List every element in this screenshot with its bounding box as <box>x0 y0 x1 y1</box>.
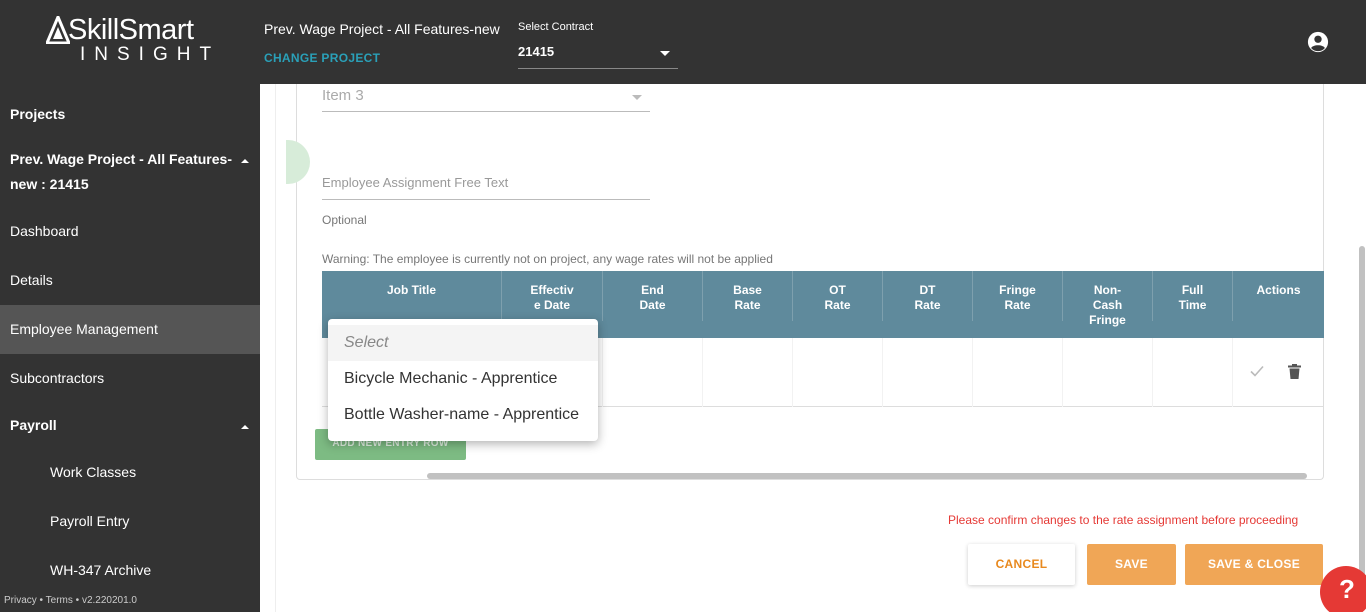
employee-assignment-free-text-input[interactable]: Employee Assignment Free Text <box>322 168 650 200</box>
chevron-down-icon <box>660 51 670 56</box>
column-header-effective-date: Effectiv e Date <box>502 271 603 321</box>
help-icon: ? <box>1339 574 1355 604</box>
column-header-job-title: Job Title <box>322 271 502 321</box>
sidebar-item-projects[interactable]: Projects <box>0 96 260 132</box>
sidebar-item-label: Dashboard <box>10 223 79 239</box>
vertical-scrollbar[interactable] <box>1359 246 1365 606</box>
chevron-down-icon <box>632 95 642 100</box>
column-header-dt-rate: DT Rate <box>883 271 973 321</box>
dropdown-option-placeholder[interactable]: Select <box>328 325 598 361</box>
column-header-fringe-rate: Fringe Rate <box>973 271 1063 321</box>
dropdown-option[interactable]: Bottle Washer-name - Apprentice <box>328 397 598 433</box>
contract-select-label: Select Contract <box>518 21 594 33</box>
column-header-full-time: Full Time <box>1153 271 1233 321</box>
table-cell[interactable] <box>883 338 973 407</box>
trash-icon[interactable] <box>1288 364 1301 379</box>
item-select-value: Item 3 <box>322 87 364 104</box>
help-button[interactable]: ? <box>1320 566 1366 612</box>
job-title-dropdown-menu: Select Bicycle Mechanic - Apprentice Bot… <box>328 319 598 441</box>
sidebar-item-label: Projects <box>10 106 66 122</box>
table-cell[interactable] <box>793 338 883 407</box>
logo-text-top: SkillSmart <box>68 14 194 46</box>
sidebar-item-employee-management[interactable]: Employee Management <box>0 305 260 354</box>
modal-left-edge <box>260 84 276 612</box>
confirm-changes-message: Please confirm changes to the rate assig… <box>948 513 1299 527</box>
sidebar-item-current-project[interactable]: Prev. Wage Project - All Features- new :… <box>0 144 260 200</box>
account-circle-icon[interactable] <box>1307 31 1329 53</box>
table-cell[interactable] <box>1153 338 1233 407</box>
save-and-close-button[interactable]: SAVE & CLOSE <box>1185 544 1323 585</box>
sidebar-item-subcontractors[interactable]: Subcontractors <box>0 359 260 397</box>
sidebar-item-label: Payroll Entry <box>50 513 130 529</box>
chevron-up-icon <box>241 159 249 163</box>
sidebar-item-label: WH-347 Archive <box>50 562 152 578</box>
sidebar: Projects Prev. Wage Project - All Featur… <box>0 84 260 612</box>
column-header-end-date: End Date <box>603 271 703 321</box>
table-cell[interactable] <box>1063 338 1153 407</box>
column-header-actions: Actions <box>1256 283 1301 297</box>
table-cell[interactable] <box>973 338 1063 407</box>
sidebar-item-work-classes[interactable]: Work Classes <box>0 453 260 491</box>
sidebar-item-label: Employee Management <box>10 321 158 337</box>
sidebar-item-label: Prev. Wage Project - All Features- <box>10 151 232 167</box>
sidebar-item-payroll[interactable]: Payroll <box>0 406 260 444</box>
column-header-base-rate: Base Rate <box>703 271 793 321</box>
change-project-link[interactable]: CHANGE PROJECT <box>264 51 380 65</box>
free-text-placeholder: Employee Assignment Free Text <box>322 175 509 190</box>
warning-message: Warning: The employee is currently not o… <box>322 252 773 266</box>
header-project-name: Prev. Wage Project - All Features-new <box>264 21 500 37</box>
cancel-button[interactable]: CANCEL <box>968 544 1075 585</box>
sidebar-item-dashboard[interactable]: Dashboard <box>0 212 260 250</box>
logo-triangle-icon <box>46 16 70 44</box>
save-button[interactable]: SAVE <box>1087 544 1176 585</box>
sidebar-item-label: Details <box>10 272 53 288</box>
sidebar-item-wh347-archive[interactable]: WH-347 Archive <box>0 551 260 589</box>
table-cell[interactable] <box>703 338 793 407</box>
column-header-non-cash-fringe: Non- Cash Fringe <box>1063 271 1153 327</box>
check-icon[interactable] <box>1250 364 1264 378</box>
sidebar-item-label-line2: new : 21415 <box>10 176 89 192</box>
logo-text-bottom: INSIGHT <box>80 44 221 65</box>
sidebar-item-payroll-entry[interactable]: Payroll Entry <box>0 502 260 540</box>
table-cell[interactable] <box>603 338 703 407</box>
column-header-ot-rate: OT Rate <box>793 271 883 321</box>
top-header: SkillSmart INSIGHT Prev. Wage Project - … <box>0 0 1366 84</box>
item-select[interactable]: Item 3 <box>322 84 650 112</box>
optional-hint: Optional <box>322 213 367 227</box>
contract-select[interactable]: 21415 <box>518 40 678 69</box>
sidebar-item-label: Work Classes <box>50 464 137 480</box>
horizontal-scrollbar[interactable] <box>427 473 1307 479</box>
contract-select-value: 21415 <box>518 44 555 59</box>
sidebar-footer-links[interactable]: Privacy • Terms • v2.220201.0 <box>4 595 137 606</box>
chevron-up-icon <box>241 425 249 429</box>
sidebar-item-label: Payroll <box>10 417 57 433</box>
skillsmart-logo[interactable]: SkillSmart INSIGHT <box>46 14 221 66</box>
sidebar-item-label: Subcontractors <box>10 370 105 386</box>
sidebar-item-details[interactable]: Details <box>0 261 260 299</box>
dropdown-option[interactable]: Bicycle Mechanic - Apprentice <box>328 361 598 397</box>
